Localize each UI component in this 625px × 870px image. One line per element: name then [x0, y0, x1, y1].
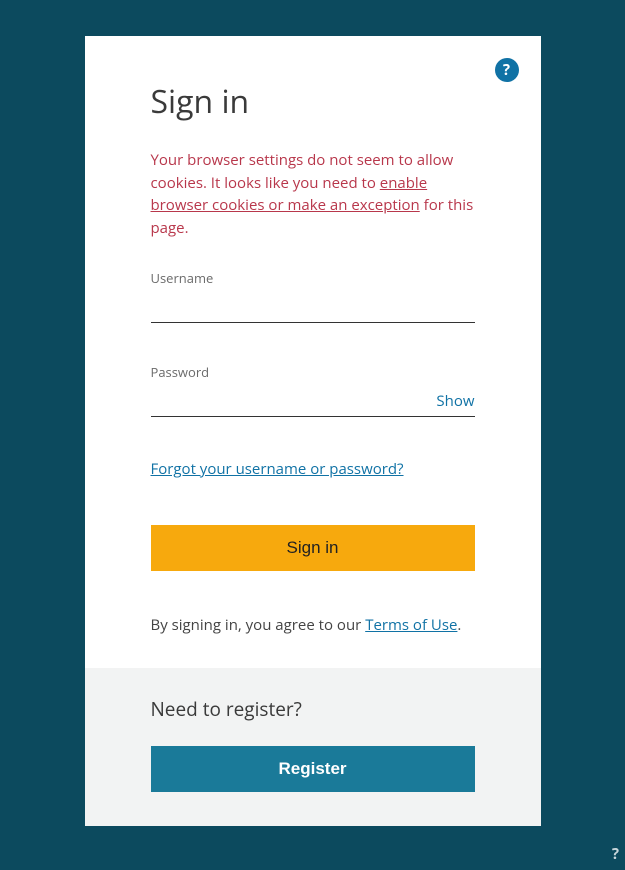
register-title: Need to register?: [151, 696, 475, 722]
help-icon[interactable]: ?: [495, 58, 519, 82]
username-input[interactable]: [151, 293, 475, 322]
card-inner: Sign in Your browser settings do not see…: [85, 36, 541, 668]
cookie-warning: Your browser settings do not seem to all…: [151, 149, 475, 239]
forgot-link[interactable]: Forgot your username or password?: [151, 459, 404, 479]
signin-button[interactable]: Sign in: [151, 525, 475, 571]
username-label: Username: [151, 269, 475, 287]
help-icon-glyph: ?: [503, 60, 510, 80]
signin-card: ? Sign in Your browser settings do not s…: [85, 36, 541, 826]
agree-after: .: [457, 615, 461, 635]
password-field-group: Password Show: [151, 363, 475, 417]
username-field-group: Username: [151, 269, 475, 323]
register-section: Need to register? Register: [85, 668, 541, 826]
show-password-link[interactable]: Show: [436, 391, 474, 411]
agree-text: By signing in, you agree to our Terms of…: [151, 615, 475, 636]
password-label: Password: [151, 363, 475, 381]
agree-before: By signing in, you agree to our: [151, 615, 366, 635]
username-input-wrap: [151, 293, 475, 323]
corner-help-icon[interactable]: ?: [612, 844, 619, 864]
password-input-wrap: Show: [151, 387, 475, 417]
password-input[interactable]: [151, 387, 475, 416]
register-button[interactable]: Register: [151, 746, 475, 792]
terms-link[interactable]: Terms of Use: [365, 615, 457, 635]
page-title: Sign in: [151, 80, 475, 123]
